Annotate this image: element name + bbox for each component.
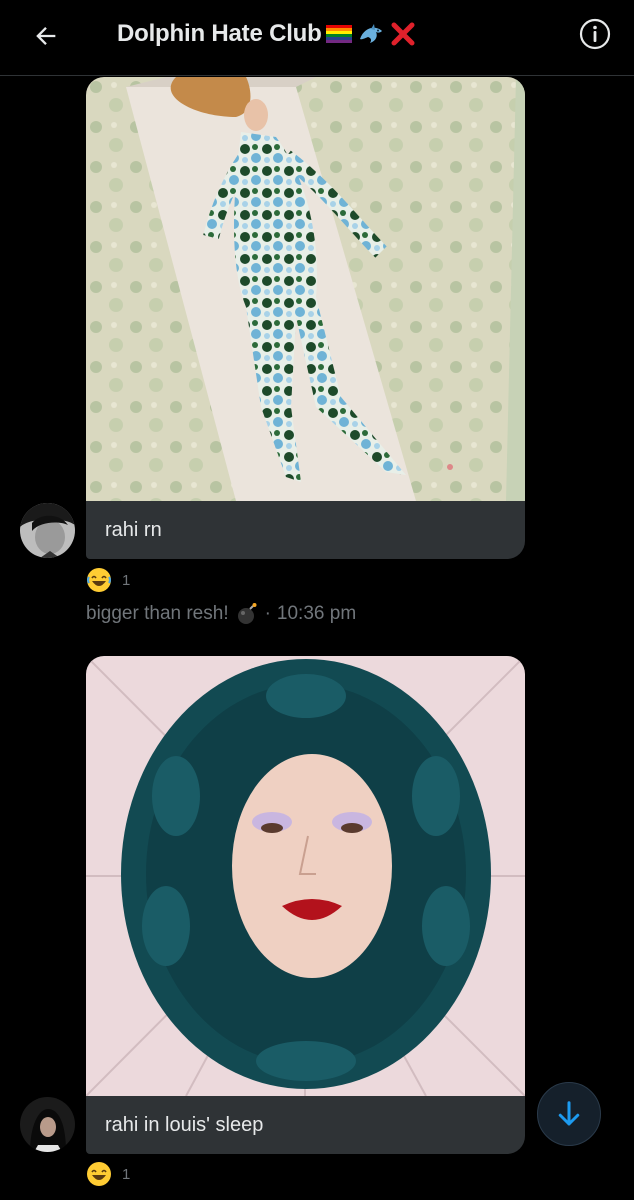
conversation-title[interactable]: Dolphin Hate Club: [117, 17, 418, 51]
reaction-count: 1: [122, 1165, 131, 1183]
reaction-count: 1: [122, 571, 131, 589]
sender-name: bigger than resh!: [86, 603, 229, 624]
message-image[interactable]: [86, 656, 525, 1096]
message-time: 10:36 pm: [276, 603, 357, 624]
cross-mark-icon: [391, 22, 415, 46]
message-text: rahi rn: [105, 518, 162, 541]
back-button[interactable]: [26, 16, 66, 56]
bomb-icon: [237, 603, 257, 624]
scroll-to-bottom-button[interactable]: [537, 1082, 601, 1146]
message-caption[interactable]: rahi in louis' sleep: [86, 1096, 525, 1154]
message-meta: bigger than resh! · 10:36 pm: [86, 601, 356, 627]
rainbow-flag-icon: [325, 25, 352, 43]
avatar[interactable]: [20, 1097, 75, 1152]
meta-separator: ·: [264, 603, 271, 624]
arrow-down-icon: [558, 1101, 580, 1126]
message-image[interactable]: [86, 77, 525, 501]
photo-floral-bodysuit: [86, 77, 525, 501]
conversation-info-button[interactable]: [578, 17, 612, 51]
avatar[interactable]: [20, 503, 75, 558]
photo-ruffled-hood: [86, 656, 525, 1096]
message-caption[interactable]: rahi rn: [86, 501, 525, 559]
info-icon: [579, 18, 611, 50]
laughing-face-icon: [87, 1162, 111, 1186]
reaction[interactable]: 1: [86, 566, 130, 594]
conversation-header: Dolphin Hate Club: [0, 0, 634, 76]
reaction[interactable]: 1: [86, 1160, 130, 1188]
conversation-title-text: Dolphin Hate Club: [117, 20, 322, 47]
message-text: rahi in louis' sleep: [105, 1113, 264, 1136]
avatar-image: [20, 1097, 75, 1152]
laughing-face-icon: [87, 568, 111, 592]
dolphin-icon: [359, 24, 382, 43]
arrow-left-icon: [36, 27, 56, 45]
avatar-image: [20, 503, 75, 558]
